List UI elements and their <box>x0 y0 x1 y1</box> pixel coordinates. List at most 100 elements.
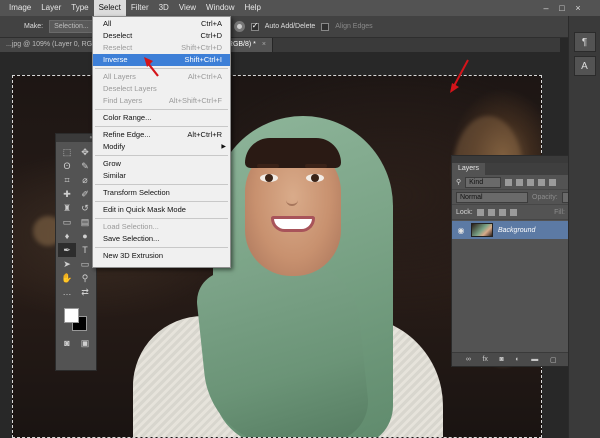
menu-item-shortcut: Ctrl+A <box>200 19 222 28</box>
new-layer-icon[interactable]: ▢ <box>550 356 557 364</box>
blend-mode-select[interactable]: Normal <box>456 191 528 203</box>
menu-item-label: Save Selection... <box>103 234 160 243</box>
menu-item-transform-selection[interactable]: Transform Selection <box>93 187 230 199</box>
menu-item-deselect[interactable]: Deselect Ctrl+D <box>93 30 230 42</box>
menu-item-shortcut: Alt+Shift+Ctrl+F <box>168 96 222 105</box>
swap-colors-icon[interactable]: ⇄ <box>76 285 94 299</box>
kind-filter-select[interactable]: Kind <box>465 176 502 188</box>
blur-tool-icon[interactable]: ♦ <box>58 229 76 243</box>
clone-stamp-icon[interactable]: ♜ <box>58 201 76 215</box>
pixel-filter-icon[interactable] <box>505 178 513 186</box>
menu-item-label: Reselect <box>103 43 133 52</box>
adjustment-icon[interactable]: ◐ <box>515 356 519 363</box>
eye <box>260 174 278 182</box>
menu-item-label: Transform Selection <box>103 188 170 197</box>
submenu-arrow-icon: ▶ <box>221 144 226 150</box>
marquee-tool-icon[interactable]: ⬚ <box>58 145 76 159</box>
menu-separator <box>95 201 228 202</box>
zoom-tool-icon[interactable]: ⚲ <box>76 271 94 285</box>
menu-window[interactable]: Window <box>201 0 239 16</box>
folder-icon[interactable]: ▬ <box>531 356 538 363</box>
nose <box>286 186 298 206</box>
tab-layers[interactable]: Layers <box>452 163 486 175</box>
menu-item-edit-in-quick-mask-mode[interactable]: Edit in Quick Mask Mode <box>93 204 230 216</box>
eraser-tool-icon[interactable]: ▭ <box>58 215 76 229</box>
ellipsis-icon[interactable]: … <box>58 285 76 299</box>
menu-item-load-selection: Load Selection... <box>93 221 230 233</box>
lock-all-icon[interactable] <box>509 208 517 216</box>
menu-item-save-selection[interactable]: Save Selection... <box>93 233 230 245</box>
link-icon[interactable]: ∞ <box>466 356 471 363</box>
menu-item-color-range[interactable]: Color Range... <box>93 112 230 124</box>
selection-button[interactable]: Selection... <box>49 20 94 33</box>
foreground-color-swatch[interactable] <box>64 308 79 323</box>
smart-object-filter-icon[interactable] <box>549 178 557 186</box>
lock-position-icon[interactable] <box>498 208 506 216</box>
close-icon[interactable]: × <box>572 0 584 16</box>
fill-label: Fill: <box>554 208 565 216</box>
paragraph-panel-icon[interactable]: ¶ <box>573 32 596 52</box>
menu-item-label: Load Selection... <box>103 222 159 231</box>
lock-transparency-icon[interactable] <box>476 208 484 216</box>
align-edges-checkbox[interactable] <box>321 22 330 31</box>
menu-item-label: Grow <box>103 159 121 168</box>
crop-tool-icon[interactable]: ⌗ <box>58 173 76 187</box>
menu-item-similar[interactable]: Similar <box>93 170 230 182</box>
pen-tool-icon[interactable]: ✒ <box>58 243 76 257</box>
hijab-drape <box>194 258 372 437</box>
menu-type[interactable]: Type <box>66 0 93 16</box>
maximize-icon[interactable]: □ <box>556 0 568 16</box>
menu-item-label: Inverse <box>103 55 128 64</box>
lock-label: Lock: <box>456 208 473 216</box>
options-bar: Make: Selection... Auto Add/Delete Align… <box>0 16 600 38</box>
tab-close-icon[interactable]: × <box>262 41 266 48</box>
menu-item-new-3d-extrusion[interactable]: New 3D Extrusion <box>93 250 230 262</box>
gear-icon[interactable] <box>233 21 245 32</box>
eyebrow <box>257 164 279 168</box>
auto-add-delete-checkbox[interactable] <box>250 21 259 31</box>
visibility-eye-icon[interactable]: ◉ <box>456 226 466 235</box>
lock-pixels-icon[interactable] <box>487 208 495 216</box>
menu-item-shortcut: Alt+Ctrl+A <box>187 72 222 81</box>
adjustment-filter-icon[interactable] <box>516 178 524 186</box>
menu-item-label: All Layers <box>103 72 136 81</box>
path-select-tool-icon[interactable]: ➤ <box>58 257 76 271</box>
mask-icon[interactable]: ◙ <box>500 356 504 363</box>
menu-image[interactable]: Image <box>4 0 36 16</box>
menu-item-reselect: Reselect Shift+Ctrl+D <box>93 42 230 54</box>
menu-3d[interactable]: 3D <box>154 0 174 16</box>
character-panel-icon[interactable]: A <box>573 56 596 76</box>
menu-item-all-layers: All Layers Alt+Ctrl+A <box>93 71 230 83</box>
menu-filter[interactable]: Filter <box>126 0 154 16</box>
menu-item-all[interactable]: All Ctrl+A <box>93 18 230 30</box>
layer-name: Background <box>498 226 536 234</box>
menu-item-find-layers: Find Layers Alt+Shift+Ctrl+F <box>93 95 230 107</box>
menu-item-label: Similar <box>103 171 126 180</box>
menu-item-inverse[interactable]: Inverse Shift+Ctrl+I <box>93 54 230 66</box>
document-tabs: ...jpg @ 109% (Layer 0, RGB/... × ...jpg… <box>0 38 560 52</box>
menu-help[interactable]: Help <box>240 0 266 16</box>
menu-select[interactable]: Select <box>93 0 126 16</box>
menu-item-label: Find Layers <box>103 96 143 105</box>
shape-filter-icon[interactable] <box>538 178 546 186</box>
quick-mask-icon[interactable]: ◙ <box>58 336 76 350</box>
menu-separator <box>95 247 228 248</box>
make-label: Make: <box>24 23 44 30</box>
menu-layer[interactable]: Layer <box>36 0 66 16</box>
screen-mode-icon[interactable]: ▣ <box>76 336 94 350</box>
type-filter-icon[interactable] <box>527 178 535 186</box>
menu-item-grow[interactable]: Grow <box>93 158 230 170</box>
menu-item-modify[interactable]: Modify ▶ <box>93 141 230 153</box>
menu-separator <box>95 126 228 127</box>
menu-view[interactable]: View <box>174 0 201 16</box>
menu-item-label: All <box>103 19 112 28</box>
lasso-tool-icon[interactable]: ʘ <box>58 159 76 173</box>
fx-icon[interactable]: fx <box>482 356 487 363</box>
right-dock: ¶ A <box>568 16 600 438</box>
hand-tool-icon[interactable]: ✋ <box>58 271 76 285</box>
healing-brush-icon[interactable]: ✚ <box>58 187 76 201</box>
menu-item-refine-edge[interactable]: Refine Edge... Alt+Ctrl+R <box>93 129 230 141</box>
select-menu-dropdown: All Ctrl+A Deselect Ctrl+D Reselect Shift+Ctr… <box>92 16 231 268</box>
tools-panel-header[interactable]: « <box>56 134 96 142</box>
minimize-icon[interactable]: – <box>540 0 552 16</box>
